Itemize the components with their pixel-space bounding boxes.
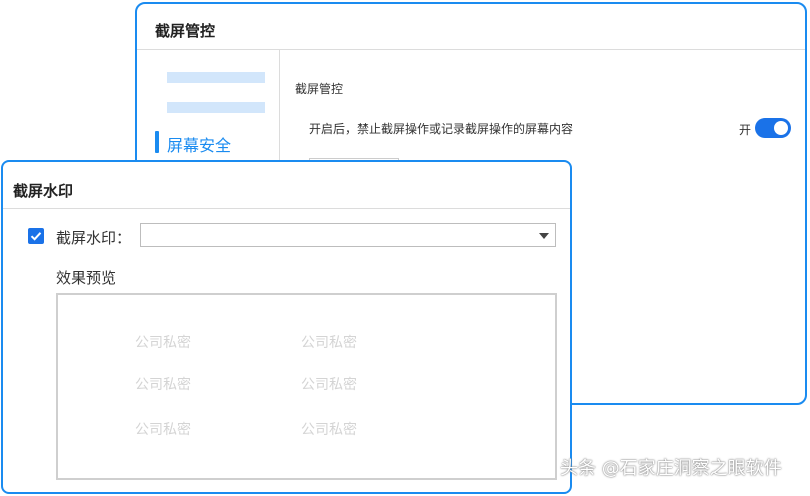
title-divider xyxy=(137,49,805,50)
preview-watermark-text: 公司私密 xyxy=(301,422,357,438)
watermark-select[interactable] xyxy=(140,223,556,247)
screen-control-toggle[interactable] xyxy=(755,118,791,138)
window-title: 截屏管控 xyxy=(155,22,216,40)
dialog-title: 截屏水印 xyxy=(13,182,74,200)
title-divider xyxy=(3,208,570,209)
sidebar-item-placeholder[interactable] xyxy=(167,72,265,83)
preview-label: 效果预览 xyxy=(56,269,117,287)
preview-watermark-text: 公司私密 xyxy=(301,377,357,393)
preview-watermark-text: 公司私密 xyxy=(135,422,191,438)
caret-down-icon xyxy=(539,233,549,239)
sidebar-item-screen-security[interactable]: 屏幕安全 xyxy=(167,132,231,156)
preview-watermark-text: 公司私密 xyxy=(135,377,191,393)
watermark-preview: 公司私密 公司私密 公司私密 公司私密 公司私密 公司私密 xyxy=(56,293,557,480)
check-icon xyxy=(30,232,42,241)
sidebar-item-placeholder[interactable] xyxy=(167,102,265,113)
setting-description: 开启后，禁止截屏操作或记录截屏操作的屏幕内容 xyxy=(309,122,574,136)
toggle-knob xyxy=(774,121,788,135)
source-watermark: 头条 @石家庄洞察之眼软件 xyxy=(560,458,782,479)
preview-watermark-text: 公司私密 xyxy=(135,335,191,351)
section-title: 截屏管控 xyxy=(295,82,344,96)
preview-watermark-text: 公司私密 xyxy=(301,335,357,351)
screen-watermark-dialog: 截屏水印 截屏水印： 效果预览 公司私密 公司私密 公司私密 公司私密 公司私密… xyxy=(1,160,572,494)
watermark-field-label: 截屏水印： xyxy=(56,229,132,247)
watermark-checkbox[interactable] xyxy=(28,228,44,244)
sidebar-active-indicator xyxy=(155,131,159,153)
toggle-state-label: 开 xyxy=(739,123,752,137)
